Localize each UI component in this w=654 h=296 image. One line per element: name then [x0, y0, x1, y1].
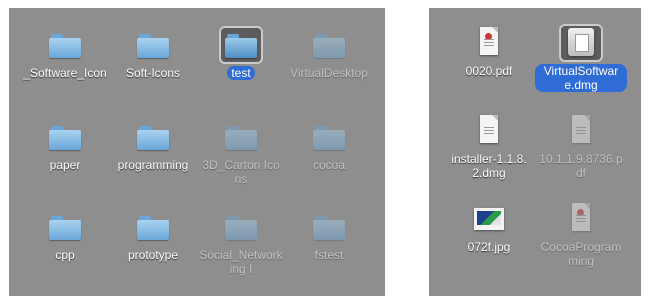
- folder-icon: [309, 28, 349, 62]
- folder-icon: [221, 210, 261, 244]
- file-10-1-1-9-8736-pdf[interactable]: 10.1.1.9.8736.pdf: [535, 114, 627, 194]
- item-label: programming: [117, 158, 189, 172]
- item-label: 0020.pdf: [465, 64, 513, 78]
- finder-window-right: 0020.pdf VirtualSoftware.dmg installer-1…: [429, 8, 641, 296]
- pdf-file-icon: [469, 26, 509, 60]
- folder-icon: [133, 210, 173, 244]
- item-label: Soft-Icons: [125, 66, 181, 80]
- file-0020-pdf[interactable]: 0020.pdf: [443, 26, 535, 106]
- folder-fstest[interactable]: fstest: [283, 210, 375, 290]
- item-label: CocoaProgramming: [540, 240, 622, 268]
- folder-3d-carton-icons[interactable]: 3D_Carton Icons: [195, 120, 287, 200]
- folder-test[interactable]: test: [195, 28, 287, 108]
- item-label: fstest: [314, 248, 344, 262]
- finder-window-left: _Software_Icon Soft-Icons test VirtualDe…: [9, 8, 385, 296]
- file-072f-jpg[interactable]: 072f.jpg: [443, 202, 535, 282]
- item-label: paper: [49, 158, 81, 172]
- folder-programming[interactable]: programming: [107, 120, 199, 200]
- item-label: 072f.jpg: [467, 240, 511, 254]
- folder-icon: [45, 120, 85, 154]
- pdf-file-icon: [561, 202, 601, 236]
- item-label: cpp: [55, 248, 75, 262]
- folder-paper[interactable]: paper: [19, 120, 111, 200]
- file-installer-dmg[interactable]: installer-1.1.8.2.dmg: [443, 114, 535, 194]
- file-cocoaprogramming[interactable]: CocoaProgramming: [535, 202, 627, 282]
- document-file-icon: [469, 114, 509, 148]
- folder-icon: [133, 28, 173, 62]
- folder-icon: [309, 120, 349, 154]
- folder-cocoa[interactable]: cocoa: [283, 120, 375, 200]
- item-label: installer-1.1.8.2.dmg: [451, 152, 527, 180]
- folder-cpp[interactable]: cpp: [19, 210, 111, 290]
- dmg-file-icon: [561, 26, 601, 60]
- item-label: Social_Networking I: [199, 248, 283, 276]
- folder-icon: [45, 28, 85, 62]
- image-file-icon: [469, 202, 509, 236]
- item-label: VirtualDesktop: [290, 66, 368, 80]
- folder-virtualdesktop[interactable]: VirtualDesktop: [283, 28, 375, 108]
- item-label: 3D_Carton Icons: [202, 158, 280, 186]
- item-label: prototype: [127, 248, 179, 262]
- item-label: 10.1.1.9.8736.pdf: [539, 152, 623, 180]
- item-label: cocoa: [312, 158, 346, 172]
- item-label: _Software_Icon: [23, 66, 107, 80]
- file-virtualsoftware-dmg[interactable]: VirtualSoftware.dmg: [535, 26, 627, 106]
- folder-icon: [221, 28, 261, 62]
- folder-icon: [309, 210, 349, 244]
- folder-icon: [221, 120, 261, 154]
- item-label: test: [227, 66, 255, 80]
- folder-software-icon[interactable]: _Software_Icon: [19, 28, 111, 108]
- folder-icon: [45, 210, 85, 244]
- document-file-icon: [561, 114, 601, 148]
- folder-prototype[interactable]: prototype: [107, 210, 199, 290]
- folder-soft-icons[interactable]: Soft-Icons: [107, 28, 199, 108]
- folder-icon: [133, 120, 173, 154]
- folder-social-networking[interactable]: Social_Networking I: [195, 210, 287, 290]
- item-label: VirtualSoftware.dmg: [535, 64, 627, 92]
